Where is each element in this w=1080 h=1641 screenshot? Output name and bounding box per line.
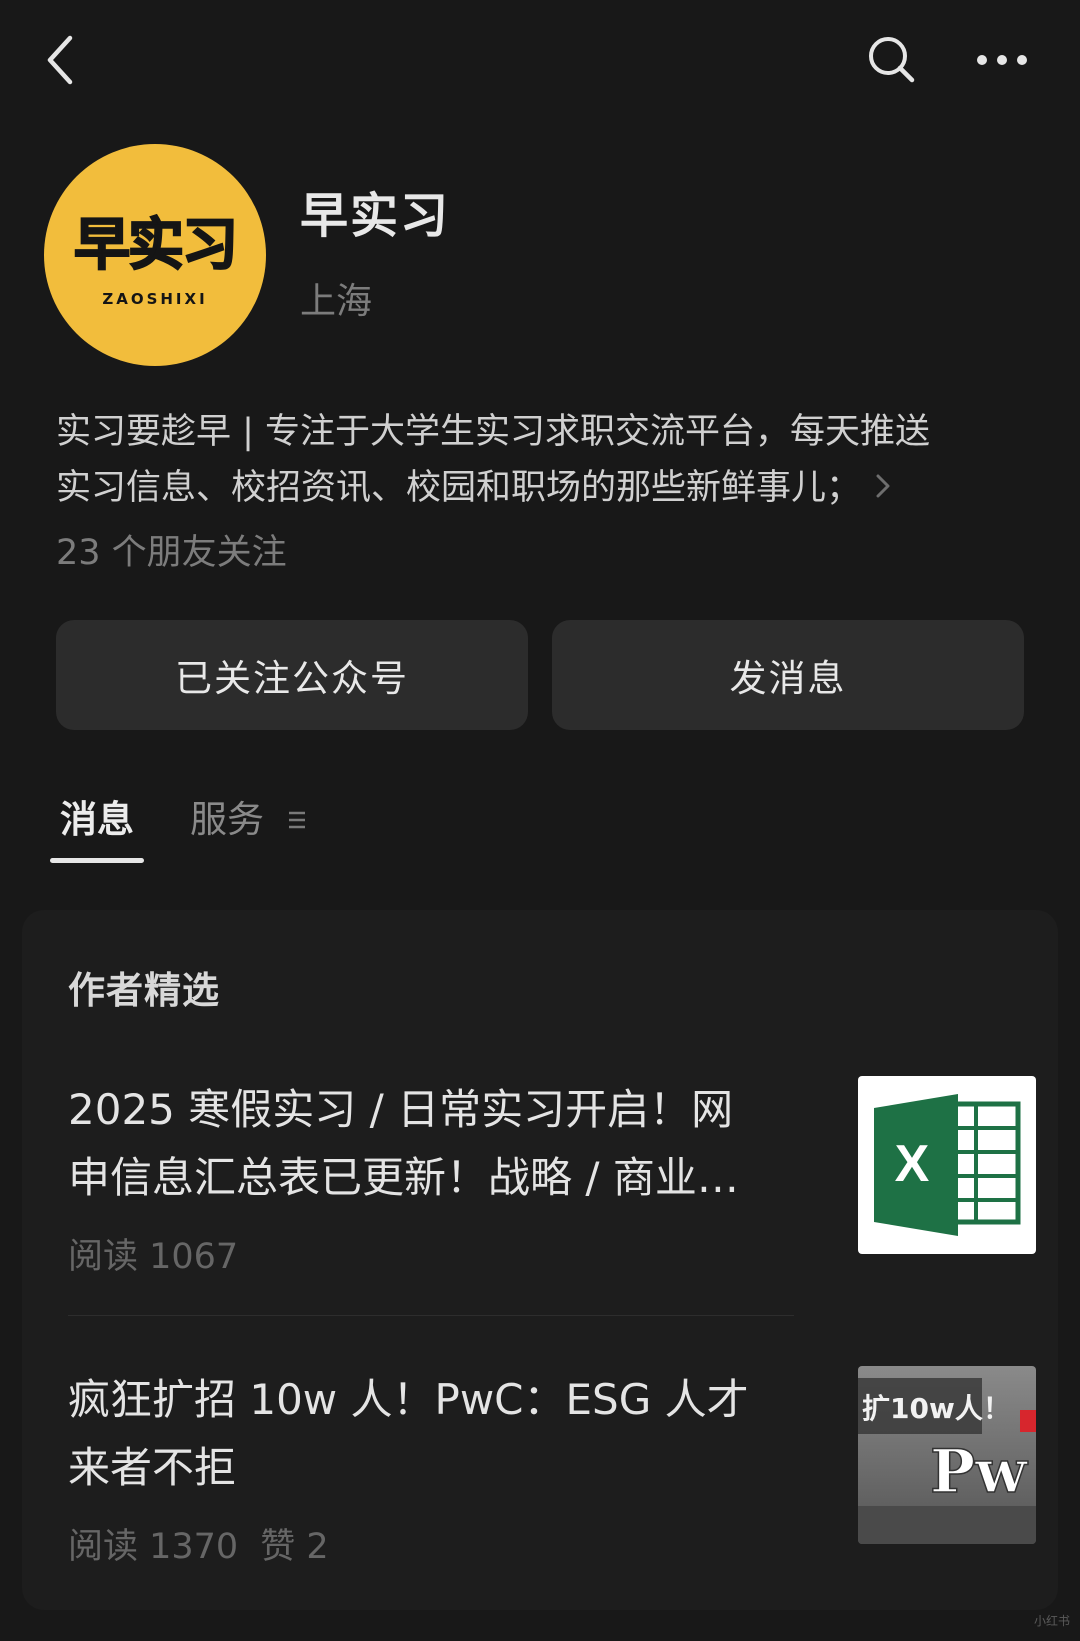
like-count: 赞 2 (260, 1527, 329, 1567)
account-location: 上海 (300, 281, 373, 322)
bio-line-1: 实习要趁早 | 专注于大学生实习求职交流平台，每天推送 (56, 412, 931, 452)
read-count: 阅读 1067 (68, 1237, 239, 1277)
watermark: 小红书 (1034, 1614, 1071, 1628)
chevron-right-icon (875, 460, 891, 516)
avatar-logo-text: 早实习 (73, 213, 239, 278)
thumbnail-image: 扩10w人！ Pw (858, 1378, 1036, 1544)
menu-icon (289, 811, 305, 829)
author-selection-card: 作者精选 2025 寒假实习 / 日常实习开启！网 申信息汇总表已更新！战略 /… (22, 910, 1058, 1610)
article-item[interactable]: 2025 寒假实习 / 日常实习开启！网 申信息汇总表已更新！战略 / 商业… … (68, 1076, 1038, 1277)
tab-messages[interactable]: 消息 (60, 790, 134, 850)
followed-account-button[interactable]: 已关注公众号 (56, 620, 528, 730)
article-title-line-2: 来者不拒 (68, 1443, 237, 1492)
article-thumbnail: X (858, 1076, 1036, 1254)
tab-services-label: 服务 (190, 798, 264, 841)
active-tab-indicator (50, 858, 144, 863)
tab-services[interactable]: 服务 (190, 790, 264, 850)
account-name: 早实习 (300, 188, 451, 244)
article-title: 疯狂扩招 10w 人！PwC：ESG 人才 来者不拒 (68, 1366, 768, 1502)
more-button[interactable] (970, 30, 1034, 90)
search-icon (869, 37, 915, 83)
more-horizontal-icon (977, 55, 1027, 65)
article-meta: 阅读 1067 (68, 1228, 238, 1279)
article-title-line-1: 疯狂扩招 10w 人！PwC：ESG 人才 (68, 1375, 749, 1424)
avatar-logo-subtext: ZAOSHIXI (102, 290, 208, 308)
search-button[interactable] (862, 30, 922, 90)
article-thumbnail: 扩10w人！ Pw (858, 1366, 1036, 1544)
thumb-headline-text: 扩10w人！ (862, 1392, 1011, 1425)
chevron-left-icon (47, 35, 73, 85)
excel-icon: X (874, 1094, 1021, 1236)
send-message-button[interactable]: 发消息 (552, 620, 1024, 730)
bio-line-2-text: 实习信息、校招资讯、校园和职场的那些新鲜事儿； (56, 468, 862, 508)
account-bio[interactable]: 实习要趁早 | 专注于大学生实习求职交流平台，每天推送 实习信息、校招资讯、校园… (56, 404, 1016, 516)
article-divider (68, 1315, 794, 1316)
article-title-line-2: 申信息汇总表已更新！战略 / 商业… (68, 1153, 739, 1202)
article-title: 2025 寒假实习 / 日常实习开启！网 申信息汇总表已更新！战略 / 商业… (68, 1076, 768, 1212)
thumb-brand-text: Pw (930, 1437, 1028, 1507)
section-title: 作者精选 (68, 969, 220, 1012)
article-meta: 阅读 1370 赞 2 (68, 1518, 329, 1569)
tab-bar: 消息 服务 (50, 790, 1030, 870)
svg-text:X: X (895, 1135, 930, 1193)
bio-line-2: 实习信息、校招资讯、校园和职场的那些新鲜事儿； (56, 460, 1016, 516)
article-item[interactable]: 疯狂扩招 10w 人！PwC：ESG 人才 来者不拒 阅读 1370 赞 2 扩1… (68, 1366, 1038, 1569)
friends-following-count[interactable]: 23 个朋友关注 (56, 530, 287, 576)
read-count: 阅读 1370 (68, 1527, 239, 1567)
article-title-line-1: 2025 寒假实习 / 日常实习开启！网 (68, 1085, 734, 1134)
back-button[interactable] (30, 30, 90, 90)
account-avatar[interactable]: 早实习 ZAOSHIXI (44, 144, 266, 366)
top-bar (0, 0, 1080, 130)
